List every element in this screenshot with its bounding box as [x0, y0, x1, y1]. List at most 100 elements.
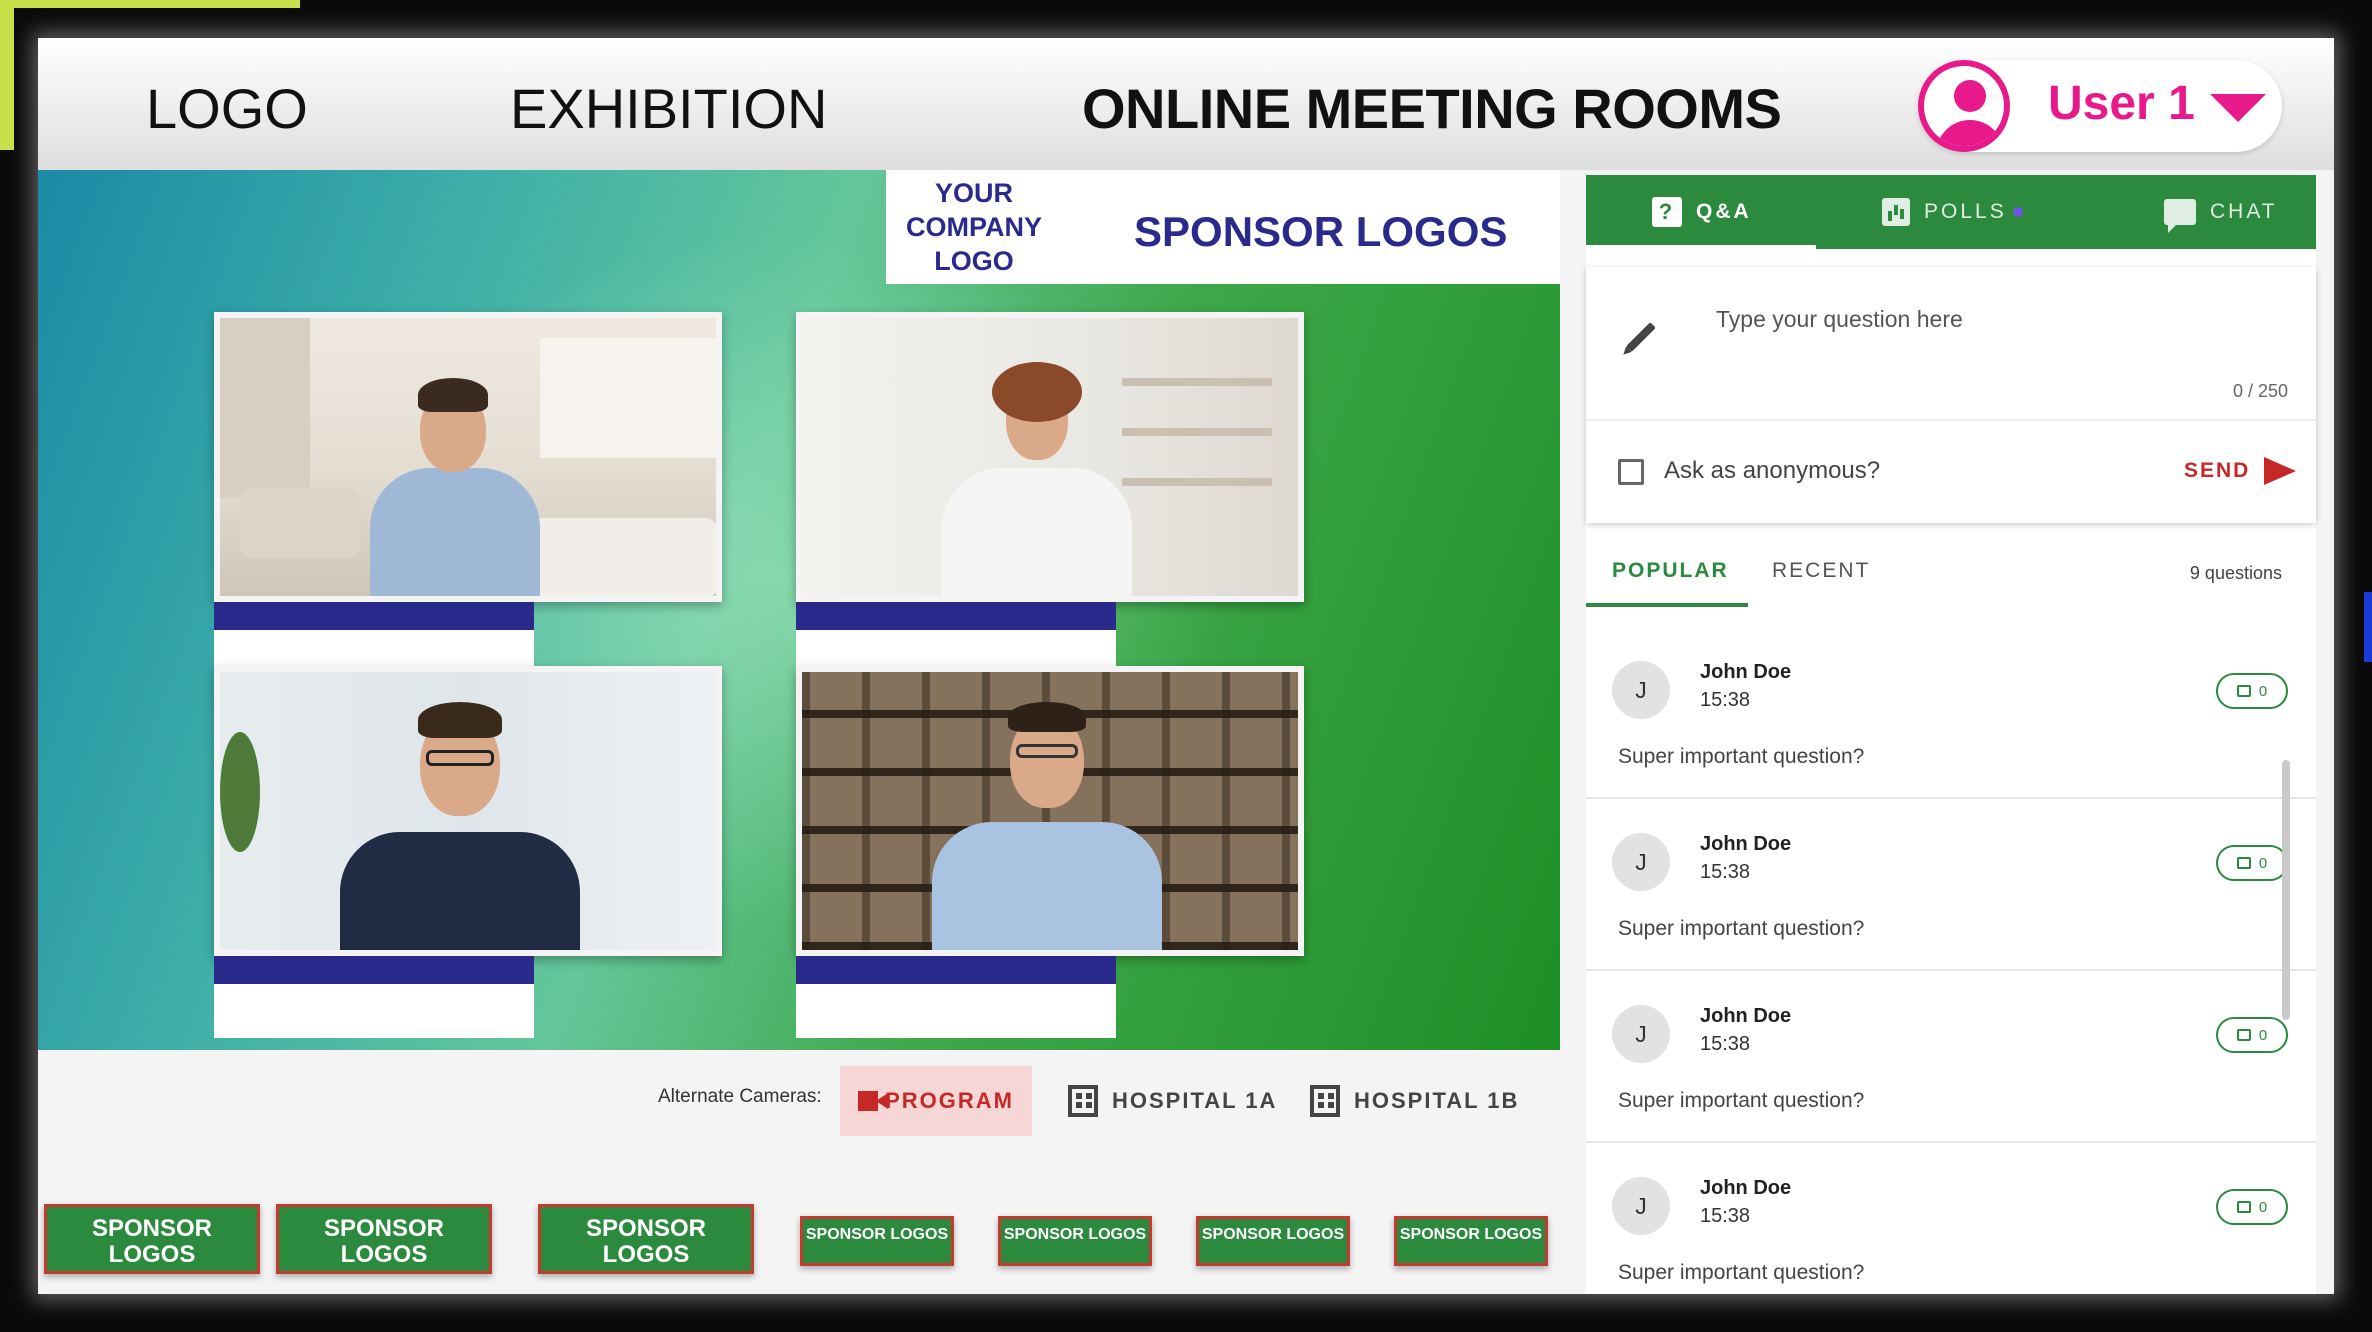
question-author: John Doe	[1700, 1177, 1792, 1199]
sort-tab-indicator	[1586, 603, 1748, 607]
question-author: John Doe	[1700, 661, 1792, 683]
question-icon: ?	[1652, 197, 1682, 227]
question-item: J John Doe 15:38 Super important questio…	[1586, 979, 2316, 1143]
anonymous-label: Ask as anonymous?	[1664, 457, 1881, 484]
tab-qa-label: Q&A	[1696, 200, 1752, 223]
name-bar-4	[796, 956, 1116, 984]
upvote-count: 0	[2258, 682, 2268, 700]
question-time: 15:38	[1700, 1033, 1751, 1055]
send-arrow-icon	[2264, 457, 2297, 485]
sponsor-tile-2[interactable]: SPONSOR LOGOS	[276, 1204, 492, 1274]
video-tile-1[interactable]	[214, 312, 722, 602]
user-name: User 1	[2048, 77, 2195, 130]
user-menu[interactable]: User 1	[1918, 60, 2282, 152]
company-logo: YOUR COMPANY LOGO	[905, 178, 1042, 276]
question-text: Super important question?	[1618, 1261, 1865, 1284]
question-time: 15:38	[1700, 861, 1751, 883]
outer-frame: LOGO EXHIBITION ONLINE MEETING ROOMS Use…	[0, 0, 2372, 1332]
question-author: John Doe	[1700, 1005, 1792, 1027]
camera-hospital-1a-button[interactable]: HOSPITAL 1A	[1050, 1066, 1295, 1136]
avatar: J	[1612, 661, 1670, 719]
question-time: 15:38	[1700, 1205, 1751, 1227]
tab-chat[interactable]: CHAT	[2164, 175, 2278, 249]
tab-qa[interactable]: ? Q&A	[1652, 175, 1752, 249]
sponsor-tile-1[interactable]: SPONSOR LOGOS	[44, 1204, 260, 1274]
video-tile-3[interactable]	[214, 666, 722, 956]
active-tab-indicator	[1586, 245, 1816, 249]
send-label: SEND	[2184, 459, 2251, 482]
anonymous-checkbox[interactable]	[1618, 459, 1644, 485]
question-text: Super important question?	[1618, 745, 1865, 768]
app-screen: LOGO EXHIBITION ONLINE MEETING ROOMS Use…	[38, 38, 2334, 1294]
question-author: John Doe	[1700, 833, 1792, 855]
sponsor-tile-6[interactable]: SPONSOR LOGOS	[1196, 1216, 1350, 1266]
ask-question-box: 0 / 250 Ask as anonymous? SEND	[1586, 267, 2316, 523]
video-stage: YOUR COMPANY LOGO SPONSOR LOGOS	[38, 170, 1560, 1050]
avatar: J	[1612, 1005, 1670, 1063]
tab-popular[interactable]: POPULAR	[1612, 559, 1729, 583]
sponsor-logos-heading: SPONSOR LOGOS	[1134, 208, 1508, 255]
name-bar-1	[214, 602, 534, 630]
upvote-count: 0	[2258, 1026, 2268, 1044]
name-plate-4	[796, 984, 1116, 1038]
sponsor-tile-4[interactable]: SPONSOR LOGOS	[800, 1216, 954, 1266]
dropdown-caret-icon[interactable]	[2210, 94, 2266, 122]
chat-bubble-icon	[2164, 199, 2196, 233]
sponsor-tile-5[interactable]: SPONSOR LOGOS	[998, 1216, 1152, 1266]
question-count: 9 questions	[2189, 563, 2282, 583]
nav-logo[interactable]: LOGO	[146, 76, 308, 141]
avatar: J	[1612, 833, 1670, 891]
name-plate-3	[214, 984, 534, 1038]
upvote-count: 0	[2258, 854, 2268, 872]
building-icon	[1310, 1085, 1340, 1117]
thumbs-up-icon	[2236, 685, 2251, 697]
upvote-button[interactable]: 0	[2216, 1189, 2288, 1225]
edge-marker	[2364, 592, 2372, 662]
upvote-button[interactable]: 0	[2216, 845, 2288, 881]
camera-program-button[interactable]: PROGRAM	[840, 1066, 1032, 1136]
nav-exhibition[interactable]: EXHIBITION	[510, 76, 827, 141]
question-item: J John Doe 15:38 Super important questio…	[1586, 635, 2316, 799]
panel-scrollbar[interactable]	[2282, 760, 2290, 1020]
frame-accent	[0, 0, 14, 150]
question-item: J John Doe 15:38 Super important questio…	[1586, 1151, 2316, 1294]
question-item: J John Doe 15:38 Super important questio…	[1586, 807, 2316, 971]
camera-program-label: PROGRAM	[885, 1088, 1014, 1113]
user-avatar-icon	[1918, 60, 2010, 152]
question-time: 15:38	[1700, 689, 1751, 711]
character-count: 0 / 250	[2232, 381, 2288, 401]
camera-hospital-1a-label: HOSPITAL 1A	[1112, 1088, 1278, 1113]
poll-chart-icon	[1882, 198, 1910, 226]
tab-polls-label: POLLS	[1924, 200, 2007, 223]
upvote-button[interactable]: 0	[2216, 673, 2288, 709]
thumbs-up-icon	[2236, 1201, 2251, 1213]
panel-tabs: ? Q&A POLLS CHAT	[1586, 175, 2316, 249]
upvote-button[interactable]: 0	[2216, 1017, 2288, 1053]
video-tile-2[interactable]	[796, 312, 1304, 602]
sponsor-tile-7[interactable]: SPONSOR LOGOS	[1394, 1216, 1548, 1266]
building-icon	[1068, 1085, 1098, 1117]
question-text: Super important question?	[1618, 917, 1865, 940]
pencil-icon	[1626, 322, 1656, 352]
top-nav: LOGO EXHIBITION ONLINE MEETING ROOMS Use…	[38, 38, 2334, 170]
avatar: J	[1612, 1177, 1670, 1235]
camera-hospital-1b-button[interactable]: HOSPITAL 1B	[1292, 1066, 1537, 1136]
video-tile-4[interactable]	[796, 666, 1304, 956]
name-bar-2	[796, 602, 1116, 630]
send-button[interactable]: SEND	[2184, 457, 2297, 485]
nav-online-meeting-rooms[interactable]: ONLINE MEETING ROOMS	[1082, 76, 1782, 141]
question-text: Super important question?	[1618, 1089, 1865, 1112]
question-input[interactable]	[1716, 289, 2276, 349]
qa-panel: ? Q&A POLLS CHAT 0 / 250	[1586, 175, 2316, 1294]
alternate-cameras-label: Alternate Cameras:	[658, 1086, 822, 1107]
camera-hospital-1b-label: HOSPITAL 1B	[1354, 1088, 1520, 1113]
thumbs-up-icon	[2236, 857, 2251, 869]
tab-polls[interactable]: POLLS	[1882, 175, 2023, 249]
tab-chat-label: CHAT	[2210, 200, 2278, 223]
tab-recent[interactable]: RECENT	[1772, 559, 1870, 583]
sponsor-tile-3[interactable]: SPONSOR LOGOS	[538, 1204, 754, 1274]
name-bar-3	[214, 956, 534, 984]
upvote-count: 0	[2258, 1198, 2268, 1216]
polls-notification-dot	[2012, 207, 2023, 217]
thumbs-up-icon	[2236, 1029, 2251, 1041]
